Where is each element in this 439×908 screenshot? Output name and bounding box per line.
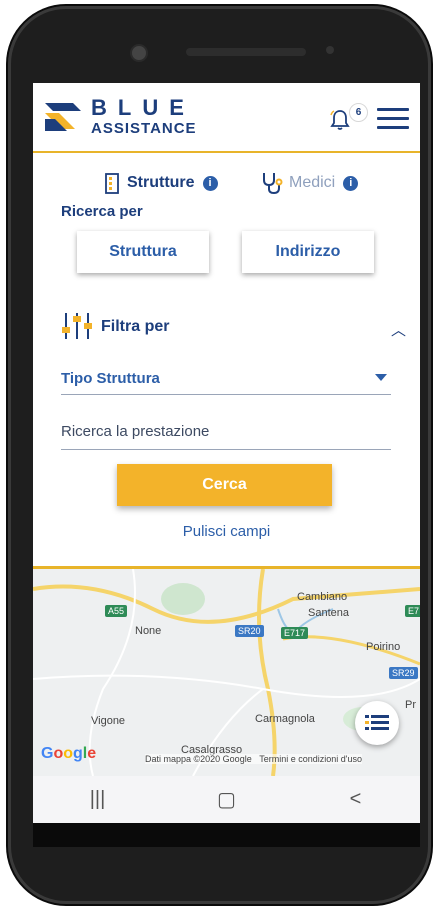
screen-bezel-bottom <box>33 823 420 847</box>
filter-toggle[interactable]: Filtra per ︿ <box>61 311 406 343</box>
bell-icon[interactable] <box>329 109 351 131</box>
pulisci-campi-link[interactable]: Pulisci campi <box>33 523 420 540</box>
chevron-up-icon[interactable]: ︿ <box>391 319 406 340</box>
earpiece-speaker <box>186 48 306 56</box>
map-place: Santena <box>308 607 349 619</box>
road-sign: SR29 <box>389 667 418 679</box>
tab-strutture[interactable]: Strutture i <box>103 169 218 197</box>
brand-subtitle: ASSISTANCE <box>91 120 197 137</box>
info-icon[interactable]: i <box>202 175 218 191</box>
indirizzo-button[interactable]: Indirizzo <box>242 231 374 273</box>
map-place: Cambiano <box>297 591 348 603</box>
map-terms-link[interactable]: Termini e condizioni d'uso <box>259 754 362 764</box>
tab-strutture-label: Strutture <box>127 174 195 191</box>
back-button[interactable]: < <box>326 788 386 811</box>
road-sign: A55 <box>105 605 128 617</box>
prestazione-field[interactable] <box>61 419 391 450</box>
road-sign: SR20 <box>235 625 264 637</box>
stethoscope-icon <box>263 173 283 195</box>
tipo-struttura-value: Tipo Struttura <box>61 370 160 387</box>
map-attribution: Dati mappa ©2020 Google Termini e condiz… <box>145 754 362 764</box>
google-logo: Google <box>41 745 97 762</box>
search-tabs: Strutture i Medici i <box>33 169 420 197</box>
map-place: Poirino <box>366 641 401 653</box>
menu-icon[interactable] <box>377 107 409 131</box>
map-place: Pr <box>405 699 416 711</box>
struttura-button[interactable]: Struttura <box>77 231 209 273</box>
home-button[interactable]: ▢ <box>197 787 257 812</box>
proximity-sensor <box>326 46 334 54</box>
app-screen: BLUE ASSISTANCE 6 Strutture i Medici i R… <box>33 83 420 823</box>
brand-name: BLUE <box>91 95 195 120</box>
filter-label: Filtra per <box>101 318 170 335</box>
filter-sliders-icon <box>62 313 92 339</box>
tab-medici-label: Medici <box>289 174 336 191</box>
list-view-button[interactable] <box>355 701 399 745</box>
map-place: None <box>135 625 162 637</box>
info-icon[interactable]: i <box>343 175 359 191</box>
tab-medici[interactable]: Medici i <box>260 169 359 197</box>
prestazione-input[interactable] <box>61 423 391 440</box>
app-header: BLUE ASSISTANCE 6 <box>33 83 420 153</box>
road-sign: E717 <box>281 627 309 639</box>
blue-assistance-logo <box>45 103 81 131</box>
caret-down-icon <box>375 374 387 381</box>
map-view[interactable]: Cambiano Santena None Poirino Vigone Car… <box>33 569 420 776</box>
front-camera <box>130 44 148 62</box>
ricerca-per-label: Ricerca per <box>61 203 143 220</box>
android-navbar: ||| ▢ < <box>33 776 420 823</box>
road-sign: E7 <box>405 605 420 617</box>
tipo-struttura-select[interactable]: Tipo Struttura <box>61 366 391 395</box>
map-place: Carmagnola <box>255 713 315 725</box>
list-icon <box>365 715 389 730</box>
building-icon <box>105 173 119 194</box>
notification-badge: 6 <box>349 103 368 122</box>
recents-button[interactable]: ||| <box>68 788 128 811</box>
map-place: Vigone <box>91 715 126 727</box>
cerca-button[interactable]: Cerca <box>117 464 332 506</box>
